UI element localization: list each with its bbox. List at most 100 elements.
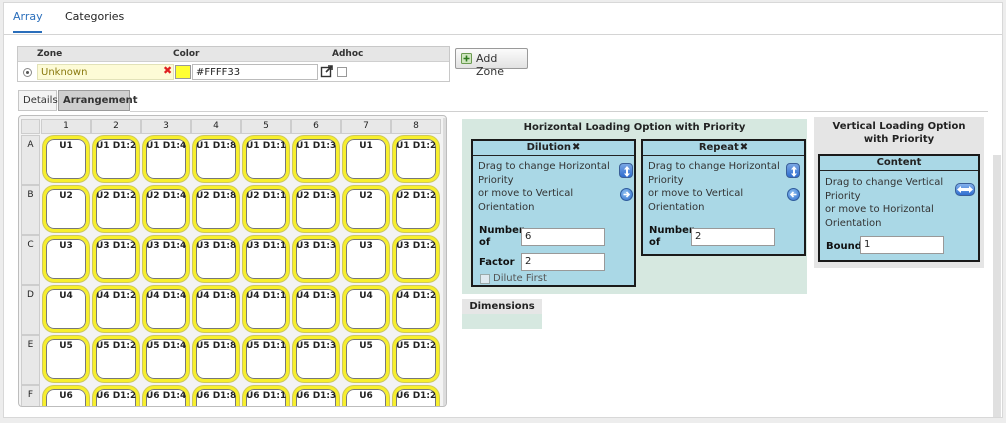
tab-array[interactable]: Array <box>13 10 43 23</box>
dilution-number-of-input[interactable]: 6 <box>521 228 605 246</box>
zone-table: Zone Color Adhoc Unknown ✖ #FFFF33 <box>17 46 450 82</box>
plate-grid: 1 2 3 4 5 6 7 8 A U1 U1 D1:2 U1 D1:4 U1 D1:8 U1 D1:16… <box>18 115 447 407</box>
column-header-7: 7 <box>341 119 391 134</box>
active-tab-underline <box>13 31 42 33</box>
add-zone-icon <box>461 53 472 64</box>
subtab-details[interactable]: Details <box>18 90 58 111</box>
well-F3[interactable]: U6 D1:4 <box>143 386 189 406</box>
well-C1[interactable]: U3 <box>43 236 89 282</box>
well-B4[interactable]: U2 D1:8 <box>193 186 239 232</box>
dilution-card-header[interactable]: Dilution✖ <box>473 141 634 156</box>
well-D1[interactable]: U4 <box>43 286 89 332</box>
row-header-D: D <box>21 285 40 335</box>
well-C7[interactable]: U3 <box>343 236 389 282</box>
well-F4[interactable]: U6 D1:8 <box>193 386 239 406</box>
well-A5[interactable]: U1 D1:16 <box>243 136 289 182</box>
repeat-text-line: Drag to change Horizontal <box>648 161 780 172</box>
move-left-icon[interactable] <box>787 188 800 201</box>
bound-input[interactable]: 1 <box>860 236 944 254</box>
well-E4[interactable]: U5 D1:8 <box>193 336 239 382</box>
well-B3[interactable]: U2 D1:4 <box>143 186 189 232</box>
well-E6[interactable]: U5 D1:32 <box>293 336 339 382</box>
column-header-3: 3 <box>141 119 191 134</box>
adhoc-checkbox[interactable] <box>337 67 347 77</box>
well-D2[interactable]: U4 D1:2 <box>93 286 139 332</box>
grid-corner <box>21 119 40 134</box>
well-D4[interactable]: U4 D1:8 <box>193 286 239 332</box>
zone-name-input[interactable]: Unknown <box>37 64 174 80</box>
well-B2[interactable]: U2 D1:2 <box>93 186 139 232</box>
well-A3[interactable]: U1 D1:4 <box>143 136 189 182</box>
well-B6[interactable]: U2 D1:32 <box>293 186 339 232</box>
grid-scrollbar[interactable] <box>443 118 446 406</box>
move-right-icon[interactable] <box>620 188 633 201</box>
well-D7[interactable]: U4 <box>343 286 389 332</box>
well-E8[interactable]: U5 D1:2 <box>393 336 439 382</box>
color-value-input[interactable]: #FFFF33 <box>192 64 318 80</box>
repeat-number-of-input[interactable]: 2 <box>691 228 775 246</box>
dilution-card[interactable]: Dilution✖ Drag to change Horizontal Prio… <box>471 139 636 287</box>
open-external-icon[interactable] <box>320 64 334 78</box>
well-D3[interactable]: U4 D1:4 <box>143 286 189 332</box>
repeat-text-line: or move to Vertical <box>648 188 744 199</box>
factor-input[interactable]: 2 <box>521 253 605 271</box>
horizontal-priority-arrows-icon[interactable] <box>955 183 975 196</box>
well-A7[interactable]: U1 <box>343 136 389 182</box>
repeat-card[interactable]: Repeat✖ Drag to change Horizontal Priori… <box>641 139 806 256</box>
dilution-number-of-label: Number of <box>479 225 524 249</box>
well-E5[interactable]: U5 D1:16 <box>243 336 289 382</box>
dimensions-panel[interactable]: Dimensions <box>462 299 542 329</box>
dilution-title: Dilution <box>526 142 572 153</box>
vertical-priority-arrows-icon[interactable] <box>619 163 633 178</box>
add-zone-button[interactable]: Add Zone <box>455 48 528 78</box>
close-repeat-icon[interactable]: ✖ <box>740 142 748 153</box>
dilute-first-checkbox[interactable] <box>480 274 490 284</box>
well-E2[interactable]: U5 D1:2 <box>93 336 139 382</box>
panel-scrollbar[interactable] <box>993 155 1001 417</box>
well-F1[interactable]: U6 <box>43 386 89 406</box>
well-A2[interactable]: U1 D1:2 <box>93 136 139 182</box>
well-A8[interactable]: U1 D1:2 <box>393 136 439 182</box>
zone-row-radio[interactable] <box>23 68 32 77</box>
row-header-A: A <box>21 135 40 185</box>
well-C5[interactable]: U3 D1:16 <box>243 236 289 282</box>
dimensions-header: Dimensions <box>462 299 542 314</box>
well-C2[interactable]: U3 D1:2 <box>93 236 139 282</box>
well-B8[interactable]: U2 D1:2 <box>393 186 439 232</box>
well-B7[interactable]: U2 <box>343 186 389 232</box>
well-D5[interactable]: U4 D1:16 <box>243 286 289 332</box>
adhoc-header: Adhoc <box>332 49 364 59</box>
repeat-text-line: Priority <box>648 174 684 186</box>
well-D8[interactable]: U4 D1:2 <box>393 286 439 332</box>
well-E3[interactable]: U5 D1:4 <box>143 336 189 382</box>
well-B5[interactable]: U2 D1:16 <box>243 186 289 232</box>
color-swatch[interactable] <box>175 65 191 79</box>
well-F2[interactable]: U6 D1:2 <box>93 386 139 406</box>
well-C4[interactable]: U3 D1:8 <box>193 236 239 282</box>
repeat-card-header[interactable]: Repeat✖ <box>643 141 804 156</box>
vertical-loading-option: Vertical Loading Option with Priority Co… <box>814 117 984 268</box>
well-A4[interactable]: U1 D1:8 <box>193 136 239 182</box>
well-D6[interactable]: U4 D1:32 <box>293 286 339 332</box>
repeat-title: Repeat <box>698 142 739 153</box>
well-B1[interactable]: U2 <box>43 186 89 232</box>
vertical-priority-arrows-icon[interactable] <box>786 163 800 178</box>
well-F6[interactable]: U6 D1:32 <box>293 386 339 406</box>
well-F5[interactable]: U6 D1:16 <box>243 386 289 406</box>
well-C3[interactable]: U3 D1:4 <box>143 236 189 282</box>
clear-zone-icon[interactable]: ✖ <box>163 65 172 77</box>
well-E7[interactable]: U5 <box>343 336 389 382</box>
well-F8[interactable]: U6 D1:2 <box>393 386 439 406</box>
content-card-header[interactable]: Content <box>820 156 978 171</box>
close-dilution-icon[interactable]: ✖ <box>572 142 580 153</box>
well-A6[interactable]: U1 D1:32 <box>293 136 339 182</box>
column-header-5: 5 <box>241 119 291 134</box>
well-C8[interactable]: U3 D1:2 <box>393 236 439 282</box>
content-card[interactable]: Content Drag to change Vertical Priority… <box>818 154 980 262</box>
well-E1[interactable]: U5 <box>43 336 89 382</box>
subtab-arrangement[interactable]: Arrangement <box>58 90 138 111</box>
tab-categories[interactable]: Categories <box>65 10 124 23</box>
well-F7[interactable]: U6 <box>343 386 389 406</box>
well-A1[interactable]: U1 <box>43 136 89 182</box>
well-C6[interactable]: U3 D1:32 <box>293 236 339 282</box>
